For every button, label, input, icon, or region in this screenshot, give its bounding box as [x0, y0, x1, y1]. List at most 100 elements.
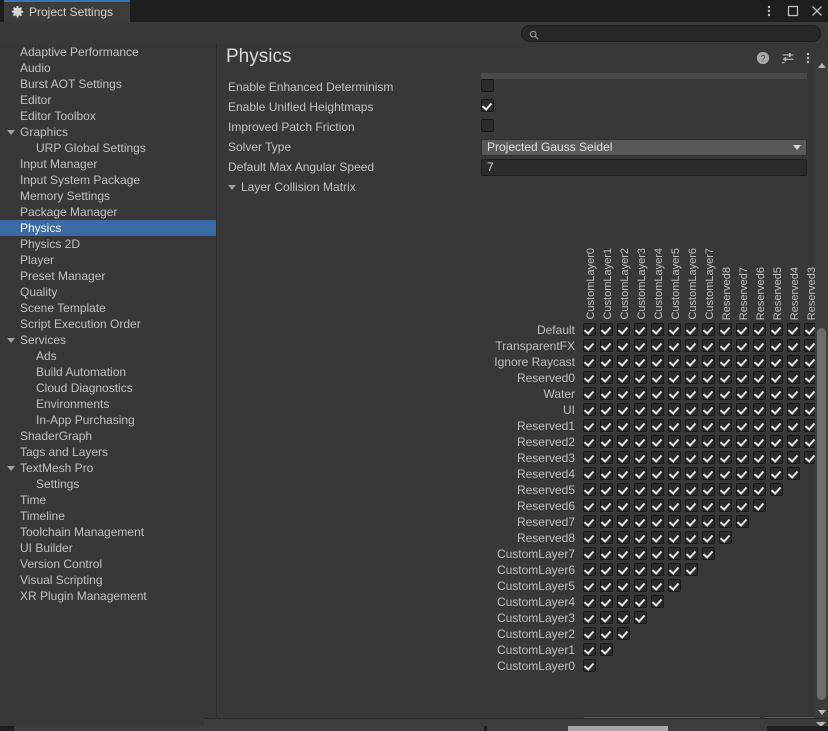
matrix-checkbox[interactable]: [668, 403, 681, 416]
matrix-checkbox[interactable]: [753, 483, 766, 496]
matrix-checkbox[interactable]: [787, 355, 800, 368]
matrix-checkbox[interactable]: [600, 355, 613, 368]
sidebar-item-burst-aot-settings[interactable]: Burst AOT Settings: [0, 76, 216, 92]
sidebar-item-scene-template[interactable]: Scene Template: [0, 300, 216, 316]
matrix-checkbox[interactable]: [651, 467, 664, 480]
matrix-checkbox[interactable]: [600, 579, 613, 592]
matrix-checkbox[interactable]: [617, 531, 630, 544]
matrix-checkbox[interactable]: [600, 371, 613, 384]
matrix-checkbox[interactable]: [583, 595, 596, 608]
matrix-checkbox[interactable]: [770, 483, 783, 496]
sidebar-item-script-execution-order[interactable]: Script Execution Order: [0, 316, 216, 332]
matrix-checkbox[interactable]: [770, 355, 783, 368]
matrix-checkbox[interactable]: [583, 387, 596, 400]
sidebar-item-physics[interactable]: Physics: [0, 220, 216, 236]
matrix-checkbox[interactable]: [736, 515, 749, 528]
matrix-checkbox[interactable]: [753, 467, 766, 480]
matrix-checkbox[interactable]: [770, 435, 783, 448]
vertical-scroll-thumb[interactable]: [817, 328, 826, 700]
matrix-checkbox[interactable]: [685, 531, 698, 544]
sidebar-item-toolchain-management[interactable]: Toolchain Management: [0, 524, 216, 540]
matrix-checkbox[interactable]: [668, 467, 681, 480]
matrix-checkbox[interactable]: [583, 403, 596, 416]
matrix-checkbox[interactable]: [702, 419, 715, 432]
matrix-checkbox[interactable]: [668, 499, 681, 512]
matrix-checkbox[interactable]: [651, 435, 664, 448]
matrix-checkbox[interactable]: [634, 547, 647, 560]
matrix-checkbox[interactable]: [634, 579, 647, 592]
matrix-checkbox[interactable]: [583, 547, 596, 560]
matrix-checkbox[interactable]: [787, 387, 800, 400]
matrix-checkbox[interactable]: [600, 627, 613, 640]
matrix-checkbox[interactable]: [787, 403, 800, 416]
matrix-checkbox[interactable]: [753, 387, 766, 400]
default-max-angular-speed-input[interactable]: 7: [481, 158, 807, 176]
matrix-checkbox[interactable]: [668, 435, 681, 448]
matrix-checkbox[interactable]: [770, 403, 783, 416]
matrix-checkbox[interactable]: [600, 419, 613, 432]
sidebar-item-player[interactable]: Player: [0, 252, 216, 268]
matrix-checkbox[interactable]: [634, 403, 647, 416]
matrix-checkbox[interactable]: [600, 611, 613, 624]
matrix-checkbox[interactable]: [617, 627, 630, 640]
matrix-checkbox[interactable]: [583, 435, 596, 448]
matrix-checkbox[interactable]: [651, 515, 664, 528]
matrix-checkbox[interactable]: [736, 435, 749, 448]
matrix-checkbox[interactable]: [702, 499, 715, 512]
sidebar-item-memory-settings[interactable]: Memory Settings: [0, 188, 216, 204]
matrix-checkbox[interactable]: [685, 371, 698, 384]
matrix-checkbox[interactable]: [651, 547, 664, 560]
matrix-checkbox[interactable]: [583, 323, 596, 336]
matrix-checkbox[interactable]: [685, 547, 698, 560]
chevron-down-icon[interactable]: [7, 338, 15, 343]
matrix-checkbox[interactable]: [634, 435, 647, 448]
matrix-checkbox[interactable]: [617, 323, 630, 336]
matrix-checkbox[interactable]: [702, 547, 715, 560]
matrix-checkbox[interactable]: [702, 435, 715, 448]
matrix-checkbox[interactable]: [583, 499, 596, 512]
matrix-checkbox[interactable]: [600, 435, 613, 448]
tab-project-settings[interactable]: Project Settings: [4, 0, 130, 22]
matrix-checkbox[interactable]: [719, 435, 732, 448]
matrix-checkbox[interactable]: [634, 563, 647, 576]
matrix-checkbox[interactable]: [770, 339, 783, 352]
matrix-checkbox[interactable]: [617, 579, 630, 592]
matrix-checkbox[interactable]: [651, 579, 664, 592]
matrix-checkbox[interactable]: [702, 403, 715, 416]
matrix-checkbox[interactable]: [634, 499, 647, 512]
matrix-checkbox[interactable]: [770, 371, 783, 384]
matrix-checkbox[interactable]: [634, 419, 647, 432]
matrix-checkbox[interactable]: [753, 419, 766, 432]
matrix-checkbox[interactable]: [634, 323, 647, 336]
matrix-checkbox[interactable]: [583, 419, 596, 432]
matrix-checkbox[interactable]: [685, 499, 698, 512]
matrix-checkbox[interactable]: [702, 515, 715, 528]
matrix-checkbox[interactable]: [634, 371, 647, 384]
matrix-checkbox[interactable]: [600, 563, 613, 576]
chevron-down-icon[interactable]: [7, 130, 15, 135]
sidebar-item-time[interactable]: Time: [0, 492, 216, 508]
improved-patch-friction-checkbox[interactable]: [481, 119, 494, 132]
matrix-checkbox[interactable]: [583, 627, 596, 640]
matrix-checkbox[interactable]: [753, 339, 766, 352]
maximize-icon[interactable]: [786, 4, 800, 18]
matrix-checkbox[interactable]: [770, 419, 783, 432]
matrix-checkbox[interactable]: [617, 419, 630, 432]
sidebar-item-timeline[interactable]: Timeline: [0, 508, 216, 524]
matrix-checkbox[interactable]: [651, 483, 664, 496]
sidebar-item-input-system-package[interactable]: Input System Package: [0, 172, 216, 188]
matrix-checkbox[interactable]: [651, 339, 664, 352]
matrix-checkbox[interactable]: [719, 355, 732, 368]
matrix-checkbox[interactable]: [617, 515, 630, 528]
matrix-checkbox[interactable]: [617, 435, 630, 448]
sidebar-item-preset-manager[interactable]: Preset Manager: [0, 268, 216, 284]
matrix-checkbox[interactable]: [600, 595, 613, 608]
matrix-checkbox[interactable]: [736, 323, 749, 336]
matrix-checkbox[interactable]: [668, 339, 681, 352]
matrix-checkbox[interactable]: [651, 355, 664, 368]
matrix-checkbox[interactable]: [685, 483, 698, 496]
matrix-checkbox[interactable]: [702, 339, 715, 352]
preset-sliders-icon[interactable]: [781, 51, 795, 65]
matrix-checkbox[interactable]: [719, 499, 732, 512]
matrix-checkbox[interactable]: [736, 451, 749, 464]
